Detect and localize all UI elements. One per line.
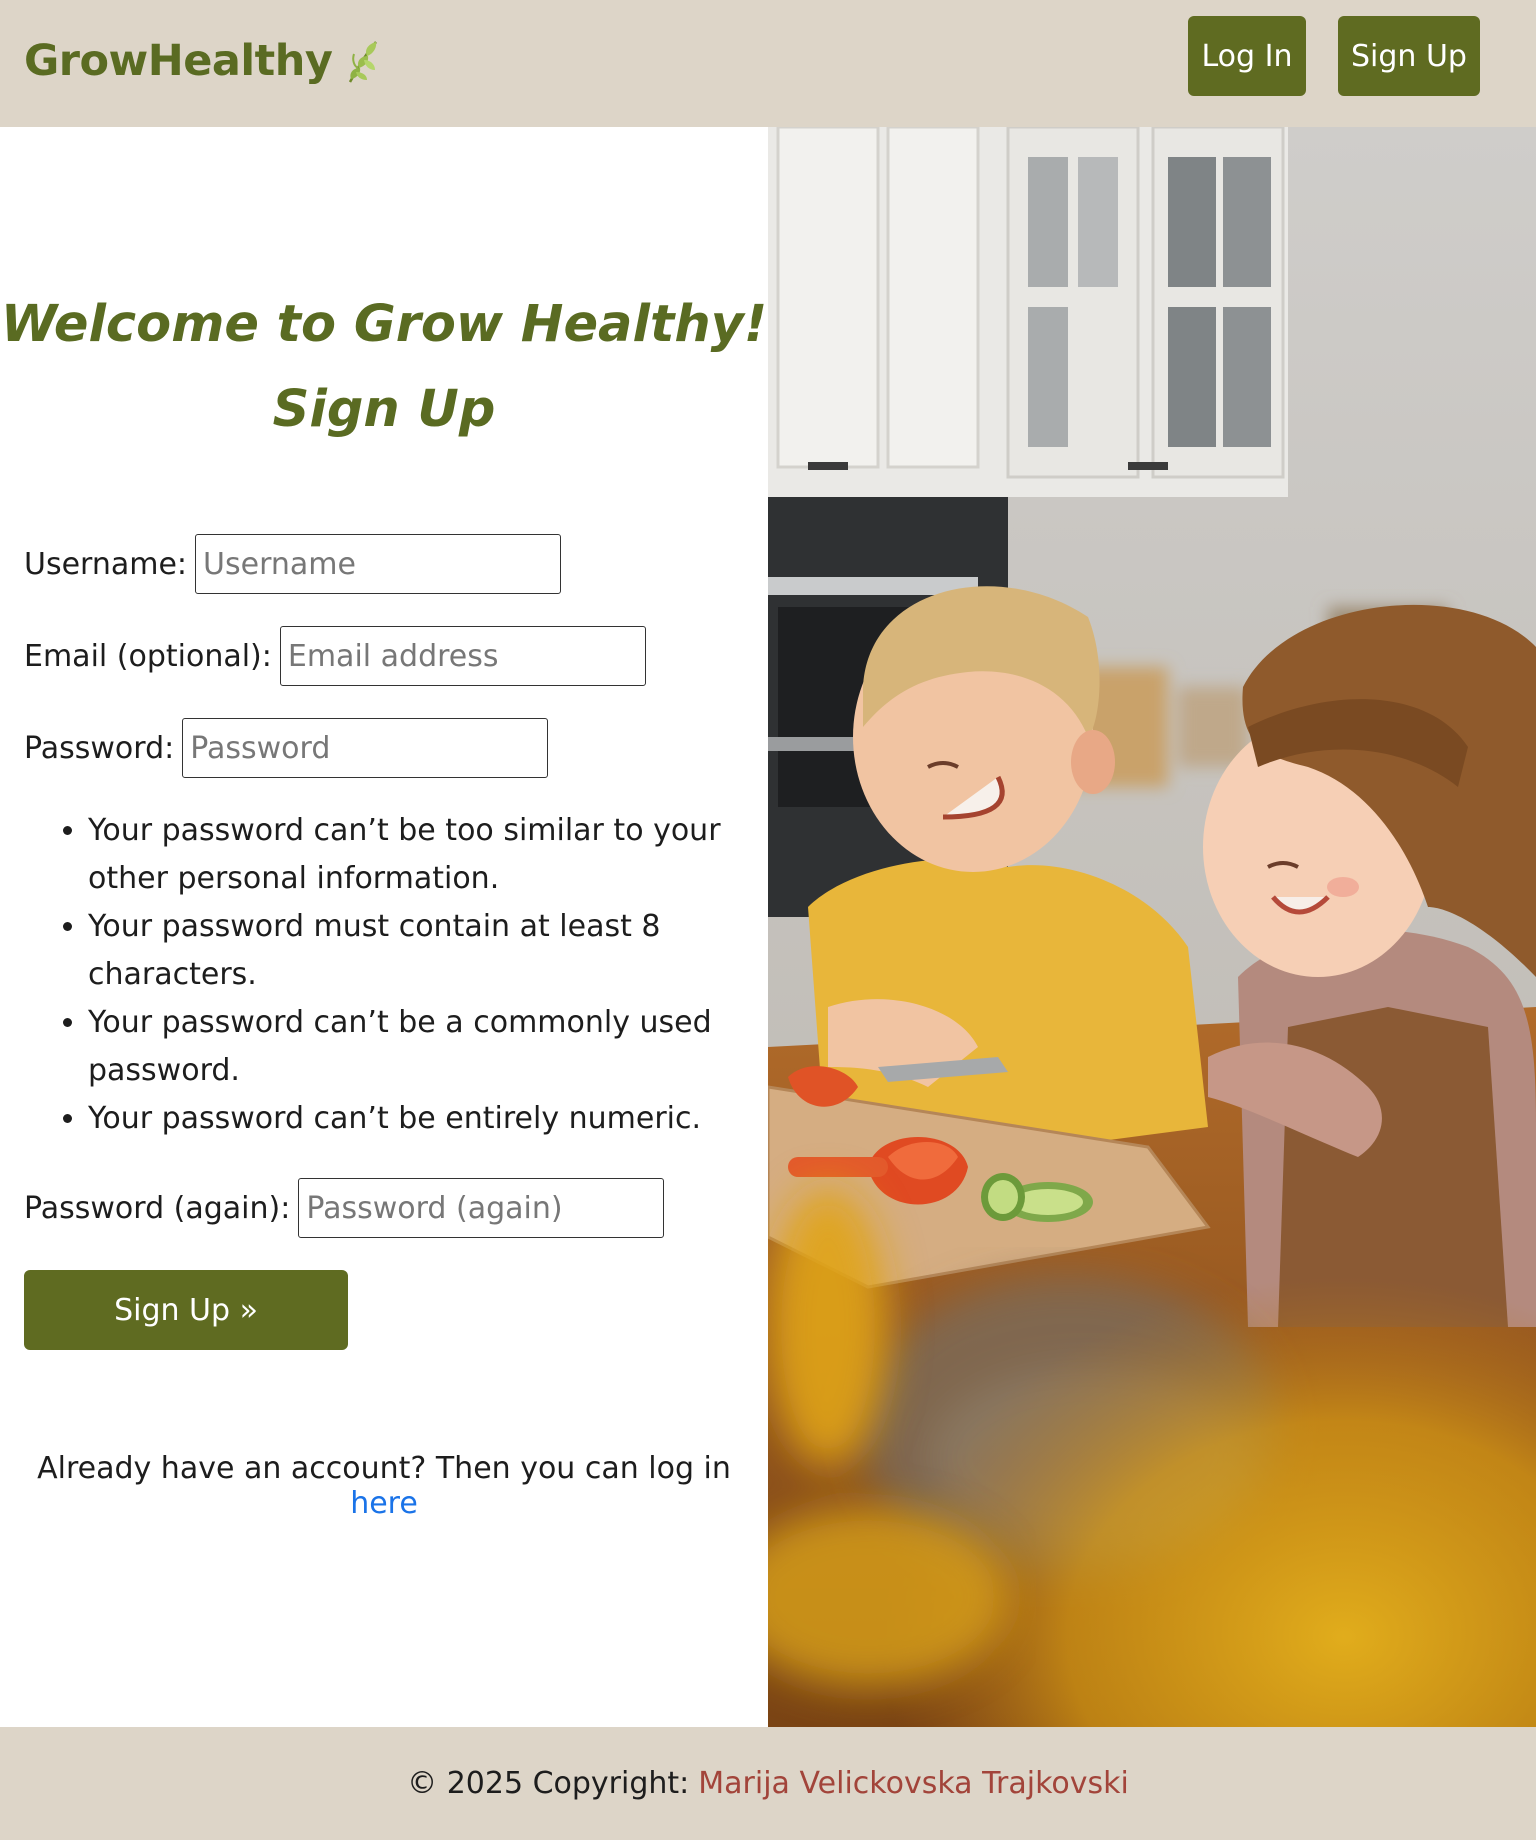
password-rule: Your password can’t be too similar to yo… xyxy=(88,807,724,903)
password-rule: Your password can’t be entirely numeric. xyxy=(88,1095,724,1143)
children-cooking-image xyxy=(768,127,1536,1727)
password-again-row: Password (again): xyxy=(24,1178,665,1238)
email-input[interactable] xyxy=(279,626,646,686)
password-input[interactable] xyxy=(182,718,549,778)
login-hint-text: Already have an account? Then you can lo… xyxy=(37,1451,731,1486)
top-navbar: GrowHealthy Log In Sign Up xyxy=(0,0,1536,127)
page-title: Welcome to Grow Healthy! Sign Up xyxy=(0,282,768,452)
username-input[interactable] xyxy=(195,534,562,594)
password-again-label: Password (again): xyxy=(24,1190,291,1226)
footer: © 2025 Copyright: Marija Velickovska Tra… xyxy=(0,1727,1536,1840)
username-label: Username: xyxy=(24,546,188,582)
signup-heading: Sign Up xyxy=(272,380,496,439)
brand-name: GrowHealthy xyxy=(24,36,333,86)
leaf-icon xyxy=(349,41,378,83)
email-label: Email (optional): xyxy=(24,638,272,674)
password-rules-list: Your password can’t be too similar to yo… xyxy=(24,807,724,1143)
username-row: Username: xyxy=(24,534,562,594)
password-again-input[interactable] xyxy=(298,1178,665,1238)
password-rule: Your password must contain at least 8 ch… xyxy=(88,903,724,999)
author-name: Marija Velickovska Trajkovski xyxy=(698,1766,1129,1801)
signup-form-panel: Welcome to Grow Healthy! Sign Up Usernam… xyxy=(0,127,768,1727)
password-row: Password: xyxy=(24,718,549,778)
hero-photo xyxy=(768,127,1536,1727)
login-here-link[interactable]: here xyxy=(350,1486,418,1521)
copyright-text: © 2025 Copyright: xyxy=(407,1766,690,1801)
login-button[interactable]: Log In xyxy=(1188,16,1306,96)
password-label: Password: xyxy=(24,730,175,766)
brand-logo[interactable]: GrowHealthy xyxy=(24,36,382,86)
email-row: Email (optional): xyxy=(24,626,646,686)
welcome-heading: Welcome to Grow Healthy! xyxy=(0,295,768,354)
password-rule: Your password can’t be a commonly used p… xyxy=(88,999,724,1095)
login-hint: Already have an account? Then you can lo… xyxy=(0,1451,768,1521)
signup-nav-button[interactable]: Sign Up xyxy=(1338,16,1480,96)
signup-submit-button[interactable]: Sign Up » xyxy=(24,1270,348,1350)
